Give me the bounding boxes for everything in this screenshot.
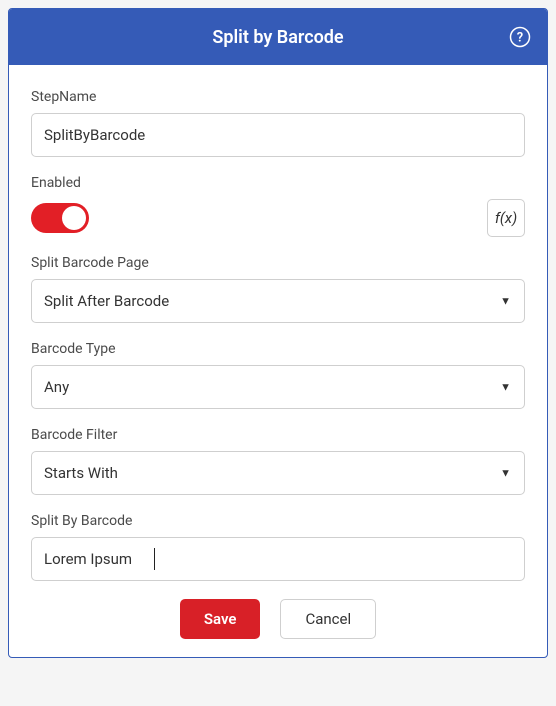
field-barcode-filter: Barcode Filter Starts With ▼: [31, 427, 525, 495]
field-split-by-barcode: Split By Barcode: [31, 513, 525, 581]
dialog-header: Split by Barcode ?: [9, 9, 547, 65]
save-button[interactable]: Save: [180, 599, 261, 639]
stepname-label: StepName: [31, 89, 525, 105]
stepname-input[interactable]: [31, 113, 525, 157]
enabled-toggle[interactable]: [31, 203, 89, 233]
field-enabled: Enabled f(x): [31, 175, 525, 237]
barcode-filter-select[interactable]: Starts With: [31, 451, 525, 495]
field-barcode-type: Barcode Type Any ▼: [31, 341, 525, 409]
field-split-barcode-page: Split Barcode Page Split After Barcode ▼: [31, 255, 525, 323]
dialog-title: Split by Barcode: [212, 27, 343, 48]
barcode-filter-label: Barcode Filter: [31, 427, 525, 443]
field-stepname: StepName: [31, 89, 525, 157]
dialog-body: StepName Enabled f(x) Split Barcode Page…: [9, 65, 547, 657]
connector-indicator: [269, 8, 287, 9]
cancel-button[interactable]: Cancel: [280, 599, 376, 639]
help-icon[interactable]: ?: [509, 26, 531, 48]
action-row: Save Cancel: [31, 599, 525, 639]
enabled-label: Enabled: [31, 175, 525, 191]
split-barcode-page-select[interactable]: Split After Barcode: [31, 279, 525, 323]
split-by-barcode-label: Split By Barcode: [31, 513, 525, 529]
text-cursor: [154, 548, 155, 570]
dialog-panel: Split by Barcode ? StepName Enabled f(x): [8, 8, 548, 658]
fx-button[interactable]: f(x): [487, 199, 525, 237]
barcode-type-label: Barcode Type: [31, 341, 525, 357]
toggle-knob: [62, 206, 86, 230]
fx-icon: f(x): [495, 209, 517, 227]
svg-text:?: ?: [517, 31, 523, 46]
split-barcode-page-label: Split Barcode Page: [31, 255, 525, 271]
barcode-type-select[interactable]: Any: [31, 365, 525, 409]
split-by-barcode-input[interactable]: [31, 537, 525, 581]
